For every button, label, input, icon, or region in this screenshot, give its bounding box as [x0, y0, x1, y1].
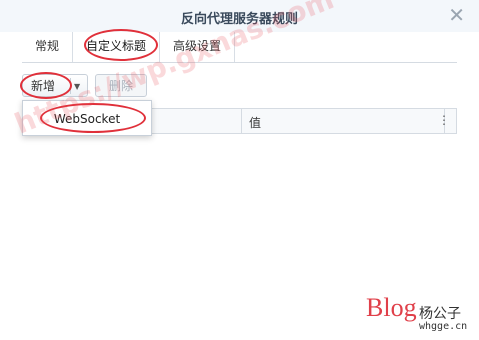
column-header-value[interactable]: 值: [249, 114, 261, 131]
dialog-title: 反向代理服务器规则: [180, 12, 298, 27]
column-separator: [241, 109, 242, 133]
close-icon[interactable]: ✕: [448, 5, 465, 25]
column-menu-icon[interactable]: ⋮: [438, 113, 450, 127]
chevron-down-icon[interactable]: ▼: [74, 75, 80, 98]
tab-general[interactable]: 常规: [22, 32, 74, 62]
add-dropdown-menu: WebSocket: [22, 100, 152, 136]
add-button-divider: [70, 78, 71, 94]
tab-bar: 常规 自定义标题 高级设置: [22, 32, 236, 62]
dialog-titlebar: 反向代理服务器规则 ✕: [0, 0, 479, 32]
delete-button[interactable]: 删除: [95, 74, 147, 97]
tab-custom-header[interactable]: 自定义标题: [73, 32, 161, 62]
tab-advanced-settings[interactable]: 高级设置: [160, 32, 236, 62]
author-watermark: 杨公子: [419, 306, 461, 322]
add-button[interactable]: 新增 ▼: [22, 74, 88, 97]
menu-item-websocket[interactable]: WebSocket: [23, 107, 151, 131]
tab-divider: [22, 62, 457, 63]
add-button-label: 新增: [31, 79, 56, 93]
blog-watermark: Blog: [366, 293, 417, 322]
site-watermark: whgge.cn: [419, 321, 468, 332]
